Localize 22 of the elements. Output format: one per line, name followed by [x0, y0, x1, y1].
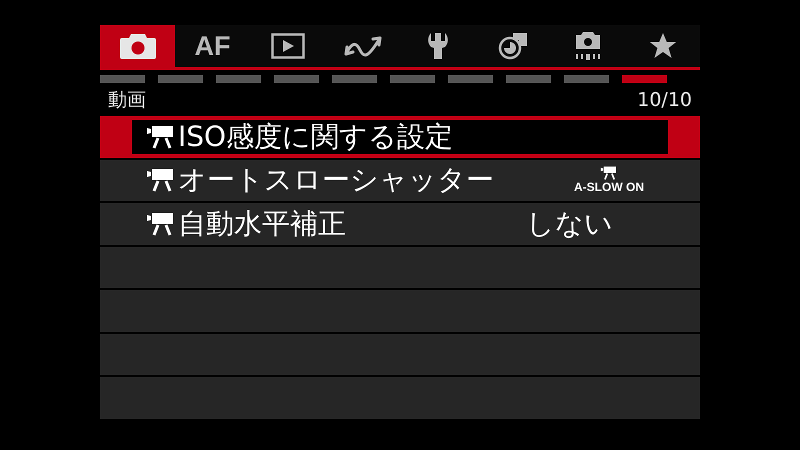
camera-icon: [118, 32, 156, 60]
wave-arrows-icon: [342, 35, 382, 57]
item-value: しない: [526, 206, 613, 242]
menu-item[interactable]: ISO感度に関する設定: [100, 116, 700, 158]
item-label: 自動水平補正: [178, 206, 347, 242]
item-label: ISO感度に関する設定: [178, 118, 454, 155]
pie-chart-icon: [498, 32, 528, 60]
wrench-icon: [426, 32, 448, 60]
menu-item[interactable]: 自動水平補正 しない: [100, 203, 700, 244]
page-number: 10/10: [637, 88, 692, 110]
menu-tab[interactable]: [100, 25, 175, 67]
menu-item[interactable]: オートスローシャッター A-SLOW ON: [100, 160, 700, 201]
movie-camera-icon: [146, 168, 176, 192]
play-icon: [270, 33, 304, 59]
item-label: オートスローシャッター: [178, 162, 494, 198]
movie-camera-icon: [146, 124, 176, 149]
movie-camera-icon: [600, 166, 618, 180]
menu-tab[interactable]: AF: [175, 25, 250, 67]
item-value: A-SLOW ON: [574, 180, 644, 194]
movie-camera-icon: [146, 212, 176, 236]
menu-title: 動画: [108, 88, 146, 112]
star-icon: [648, 32, 676, 60]
